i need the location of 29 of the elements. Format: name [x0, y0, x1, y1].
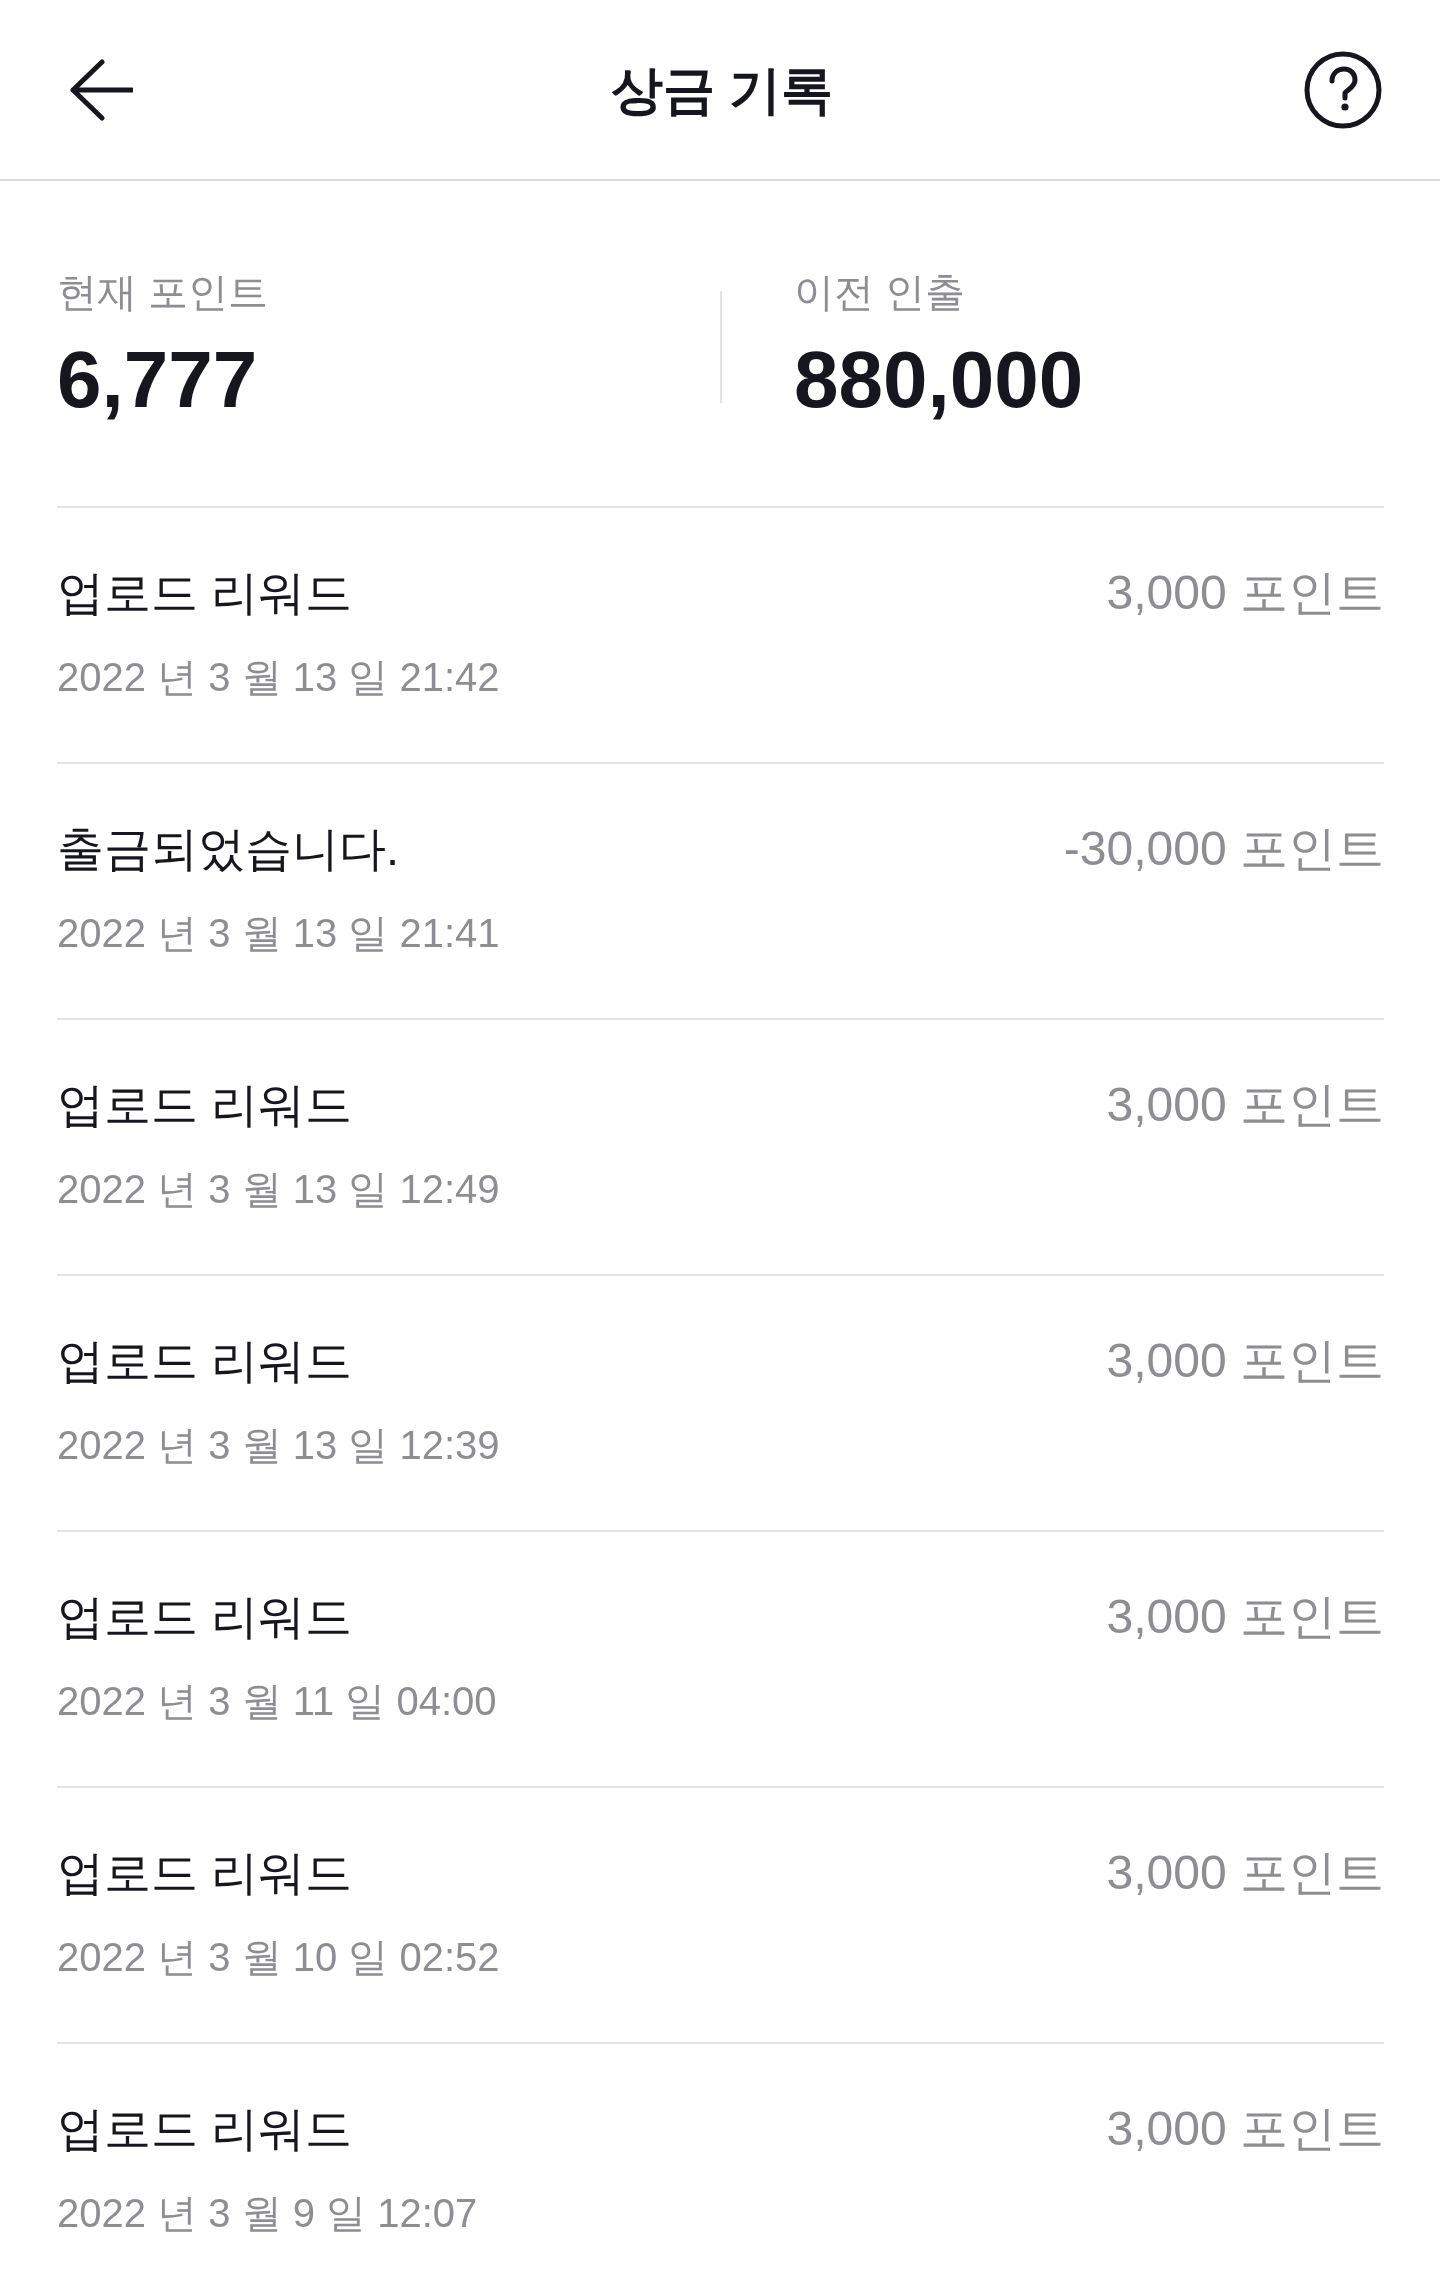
- help-button[interactable]: [1304, 50, 1382, 129]
- record-title: 업로드 리워드: [57, 1077, 354, 1133]
- record-amount: -30,000 포인트: [1063, 821, 1384, 877]
- record-date: 2022 년 3 월 10 일 02:52: [57, 1934, 500, 1981]
- summary-value: 6,777: [57, 334, 259, 426]
- page-title: 상금 기록: [609, 59, 835, 121]
- record-title: 업로드 리워드: [57, 1333, 354, 1389]
- record-title: 업로드 리워드: [57, 1845, 354, 1901]
- record-title: 업로드 리워드: [57, 1589, 354, 1645]
- record-amount: 3,000 포인트: [1106, 1333, 1384, 1389]
- summary-label: 현재 포인트: [57, 269, 270, 316]
- summary-value: 880,000: [794, 334, 1084, 426]
- record-amount: 3,000 포인트: [1106, 565, 1384, 621]
- help-icon: [1304, 50, 1382, 129]
- record-amount: 3,000 포인트: [1106, 1589, 1384, 1645]
- record-date: 2022 년 3 월 13 일 12:49: [57, 1166, 500, 1213]
- record-amount: 3,000 포인트: [1106, 1845, 1384, 1901]
- summary-label: 이전 인출: [794, 269, 967, 316]
- record-date: 2022 년 3 월 13 일 21:41: [57, 910, 500, 957]
- record-date: 2022 년 3 월 11 일 04:00: [57, 1678, 497, 1725]
- record-amount: 3,000 포인트: [1106, 2101, 1384, 2157]
- record-date: 2022 년 3 월 13 일 12:39: [57, 1422, 500, 1469]
- record-amount: 3,000 포인트: [1106, 1077, 1384, 1133]
- record-title: 업로드 리워드: [57, 565, 354, 621]
- record-date: 2022 년 3 월 13 일 21:42: [57, 654, 500, 701]
- record-title: 업로드 리워드: [57, 2101, 354, 2157]
- record-title: 출금되었습니다.: [57, 821, 401, 877]
- back-arrow-icon: [69, 58, 133, 121]
- record-date: 2022 년 3 월 9 일 12:07: [57, 2190, 478, 2237]
